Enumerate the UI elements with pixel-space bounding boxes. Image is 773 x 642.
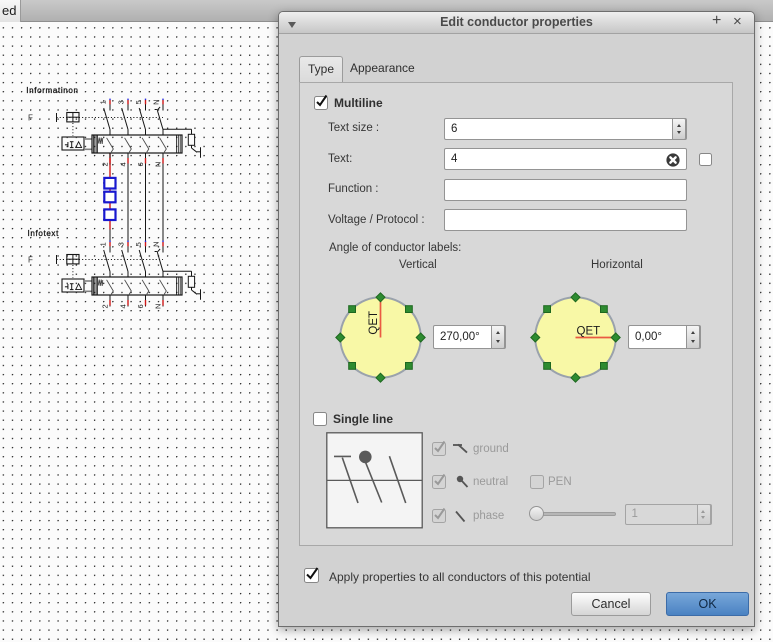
svg-text:Infotext: Infotext (28, 229, 60, 238)
svg-text:Informatinon: Informatinon (26, 86, 78, 95)
svg-text:QET: QET (368, 311, 380, 335)
svg-text:QET: QET (577, 326, 601, 338)
